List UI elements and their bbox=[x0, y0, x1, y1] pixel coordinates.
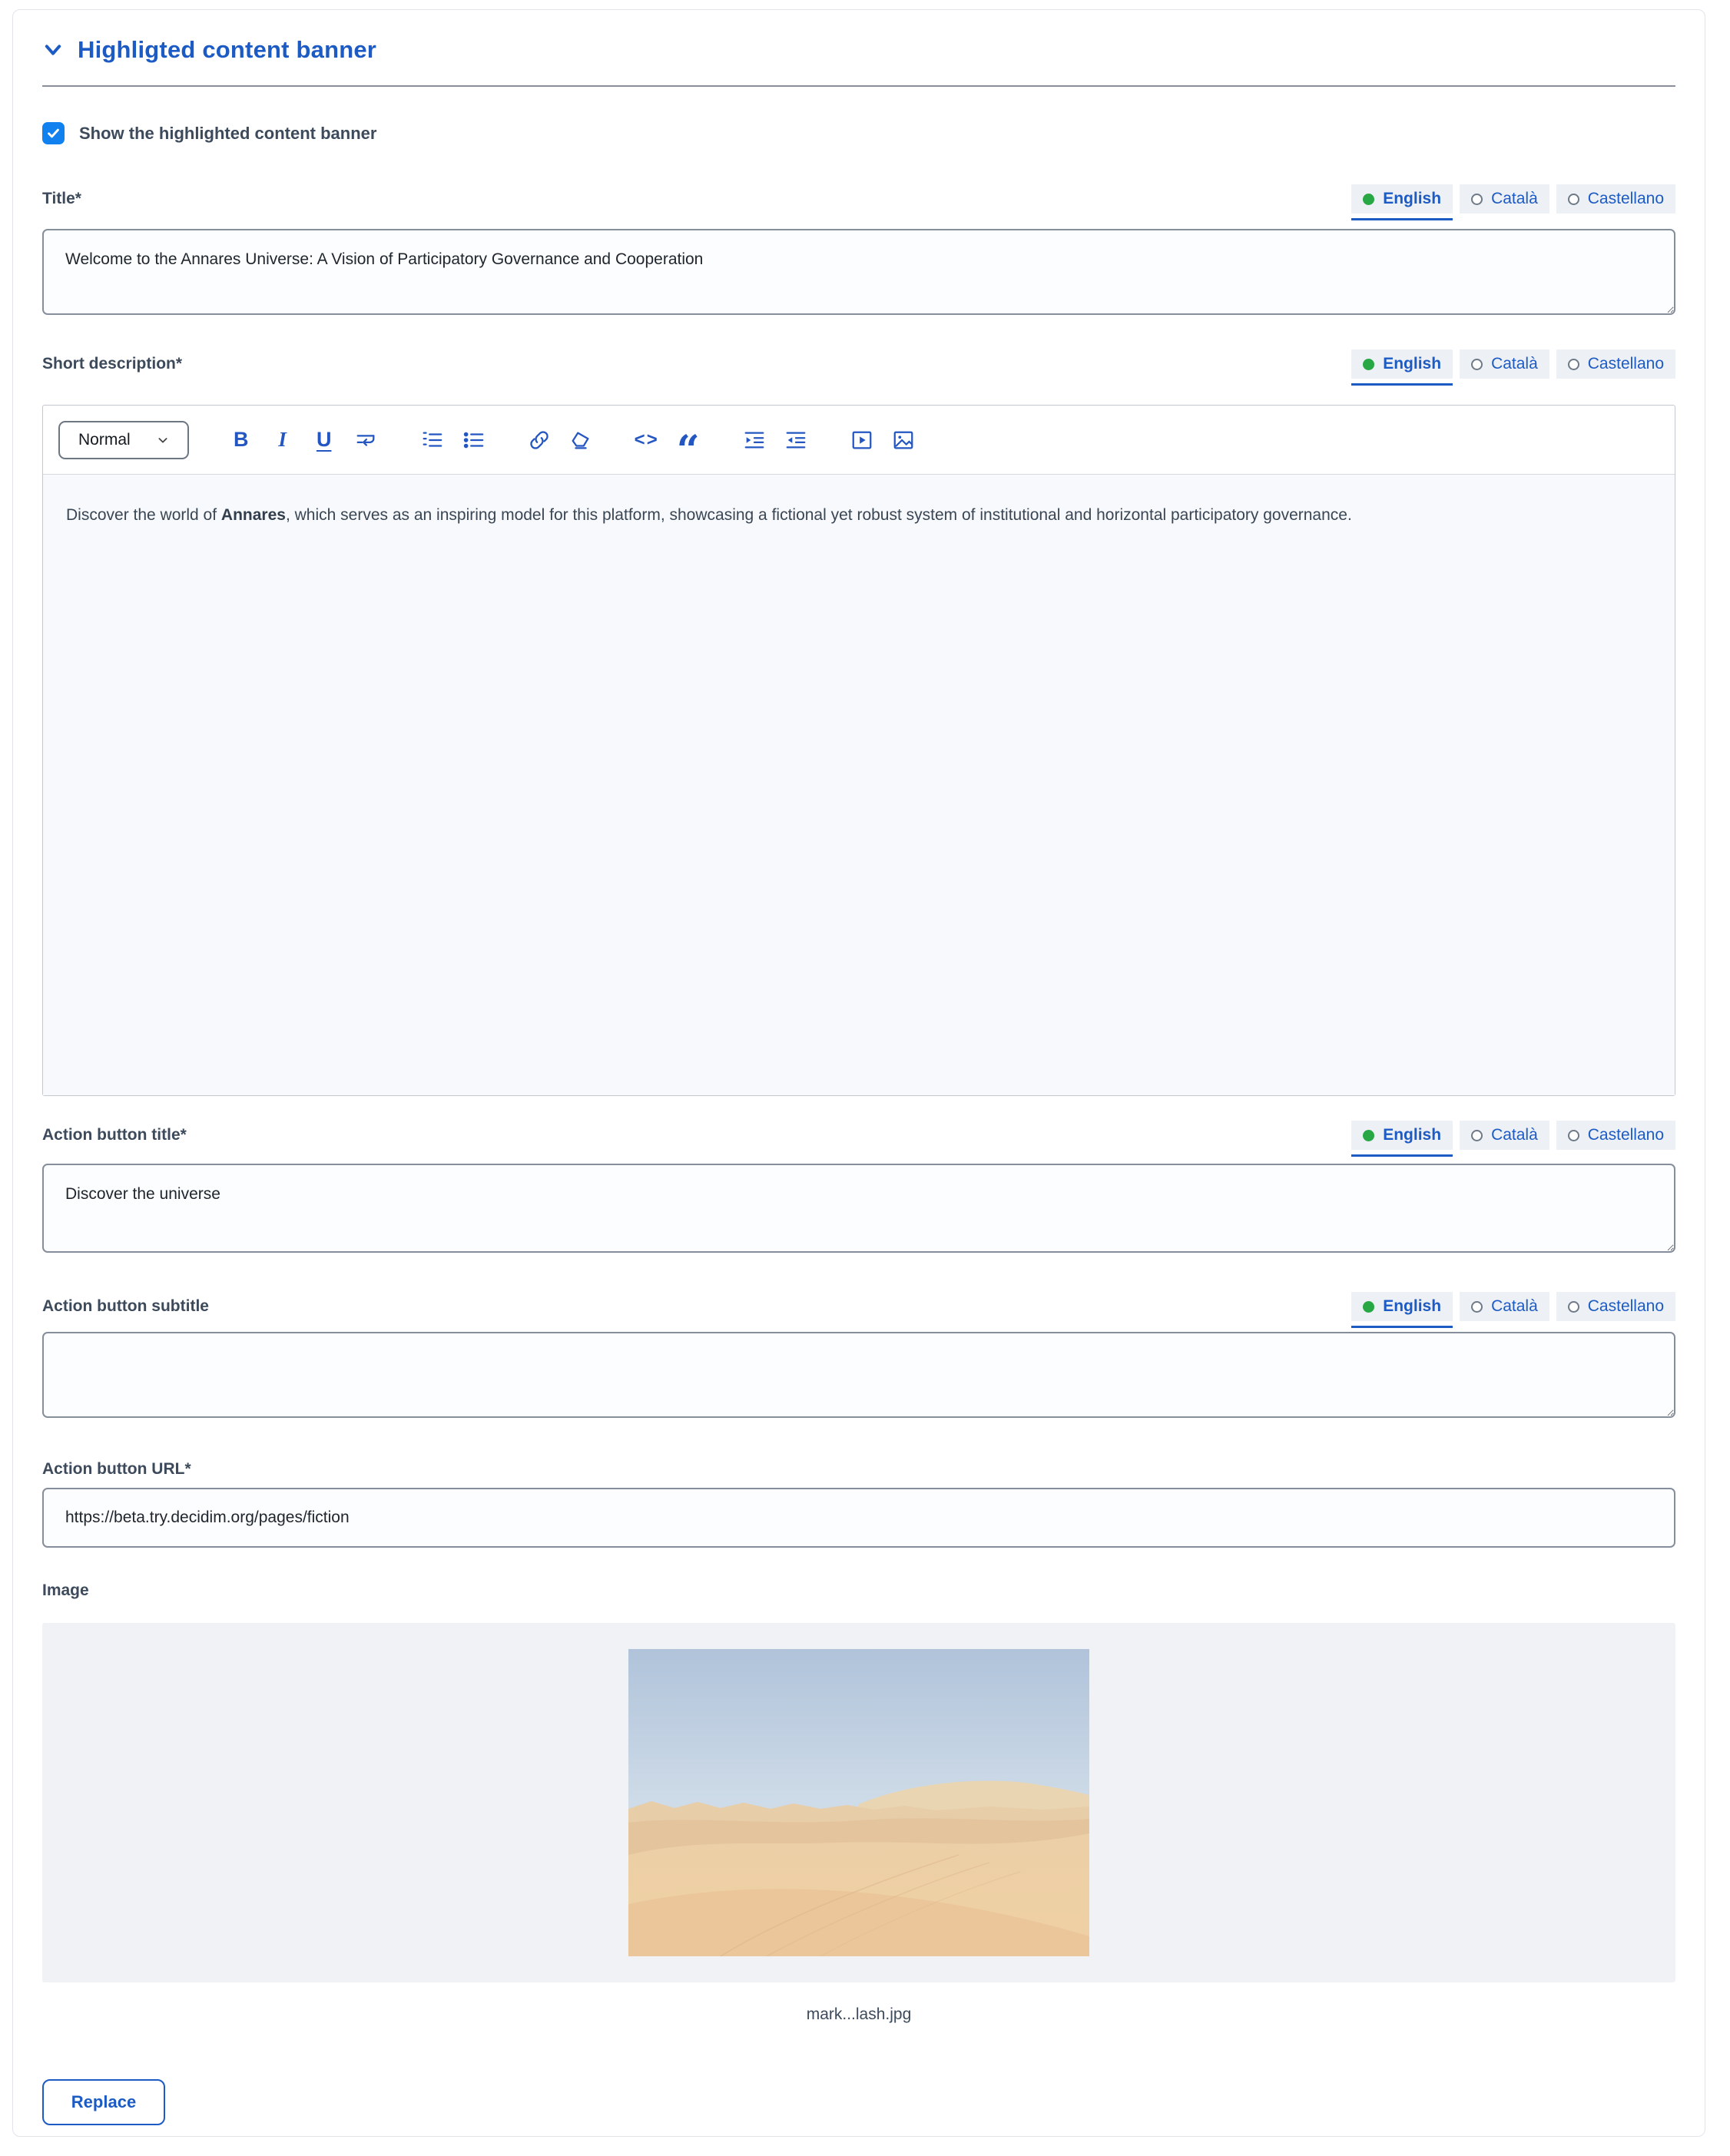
show-banner-checkbox[interactable] bbox=[42, 122, 65, 144]
video-icon[interactable] bbox=[847, 423, 877, 457]
inactive-radio-dot-icon bbox=[1568, 194, 1579, 205]
language-tab-english[interactable]: English bbox=[1351, 1121, 1453, 1150]
inactive-radio-dot-icon bbox=[1471, 1130, 1483, 1141]
language-tab-castellano[interactable]: Castellano bbox=[1556, 184, 1675, 214]
action-button-subtitle-input[interactable] bbox=[42, 1332, 1675, 1418]
bold-icon[interactable]: B bbox=[226, 423, 257, 457]
italic-icon[interactable]: I bbox=[267, 423, 298, 457]
format-dropdown[interactable]: Normal bbox=[58, 421, 189, 459]
language-tab-castellano[interactable]: Castellano bbox=[1556, 1292, 1675, 1321]
inactive-radio-dot-icon bbox=[1568, 1130, 1579, 1141]
clear-format-icon[interactable] bbox=[565, 423, 596, 457]
image-preview-box bbox=[42, 1623, 1675, 1982]
language-tab-catala[interactable]: Català bbox=[1460, 1292, 1549, 1321]
section-header[interactable]: Highligted content banner bbox=[42, 36, 1675, 64]
bullet-list-icon[interactable] bbox=[458, 423, 489, 457]
editor-content[interactable]: Discover the world of Annares, which ser… bbox=[43, 475, 1675, 1095]
image-label: Image bbox=[42, 1581, 1675, 1600]
language-tab-catala[interactable]: Català bbox=[1460, 1121, 1549, 1150]
indent-decrease-icon[interactable] bbox=[780, 423, 811, 457]
blockquote-icon[interactable]: “ bbox=[673, 423, 704, 457]
inactive-radio-dot-icon bbox=[1568, 1301, 1579, 1313]
action-button-url-input[interactable]: https://beta.try.decidim.org/pages/ficti… bbox=[42, 1488, 1675, 1548]
indent-increase-icon[interactable] bbox=[739, 423, 770, 457]
language-tab-english[interactable]: English bbox=[1351, 349, 1453, 379]
replace-button[interactable]: Replace bbox=[42, 2079, 165, 2125]
action-button-subtitle-label: Action button subtitle bbox=[42, 1297, 209, 1316]
action-button-title-label: Action button title* bbox=[42, 1126, 187, 1144]
short-description-language-tabs: English Català Castellano bbox=[1351, 349, 1675, 379]
action-button-subtitle-language-tabs: English Català Castellano bbox=[1351, 1292, 1675, 1321]
line-break-icon[interactable] bbox=[350, 423, 381, 457]
inactive-radio-dot-icon bbox=[1471, 194, 1483, 205]
chevron-down-icon bbox=[157, 434, 169, 446]
title-input[interactable]: Welcome to the Annares Universe: A Visio… bbox=[42, 229, 1675, 315]
section-title: Highligted content banner bbox=[78, 36, 376, 64]
language-tab-castellano[interactable]: Castellano bbox=[1556, 349, 1675, 379]
underline-icon[interactable]: U bbox=[309, 423, 340, 457]
highlighted-content-banner-section: Highligted content banner Show the highl… bbox=[12, 9, 1705, 2137]
ordered-list-icon[interactable] bbox=[416, 423, 447, 457]
link-icon[interactable] bbox=[524, 423, 555, 457]
image-filename: mark...lash.jpg bbox=[42, 2005, 1675, 2024]
section-divider bbox=[42, 85, 1675, 87]
active-radio-dot-icon bbox=[1363, 1301, 1374, 1313]
banner-image bbox=[628, 1649, 1089, 1956]
active-radio-dot-icon bbox=[1363, 359, 1374, 370]
language-tab-castellano[interactable]: Castellano bbox=[1556, 1121, 1675, 1150]
description-paragraph: Discover the world of Annares, which ser… bbox=[66, 493, 1387, 538]
language-tab-catala[interactable]: Català bbox=[1460, 349, 1549, 379]
image-icon[interactable] bbox=[888, 423, 919, 457]
editor-toolbar: Normal B I U <> “ bbox=[43, 406, 1675, 475]
action-button-url-label: Action button URL* bbox=[42, 1460, 1675, 1479]
inactive-radio-dot-icon bbox=[1471, 359, 1483, 370]
active-radio-dot-icon bbox=[1363, 1130, 1374, 1141]
title-language-tabs: English Català Castellano bbox=[1351, 184, 1675, 214]
action-button-title-input[interactable]: Discover the universe bbox=[42, 1164, 1675, 1253]
active-radio-dot-icon bbox=[1363, 194, 1374, 205]
action-button-title-language-tabs: English Català Castellano bbox=[1351, 1121, 1675, 1150]
language-tab-english[interactable]: English bbox=[1351, 184, 1453, 214]
language-tab-english[interactable]: English bbox=[1351, 1292, 1453, 1321]
checkmark-icon bbox=[46, 126, 61, 141]
chevron-down-icon[interactable] bbox=[42, 39, 64, 61]
short-description-label: Short description* bbox=[42, 355, 182, 373]
inactive-radio-dot-icon bbox=[1471, 1301, 1483, 1313]
code-icon[interactable]: <> bbox=[631, 423, 662, 457]
inactive-radio-dot-icon bbox=[1568, 359, 1579, 370]
language-tab-catala[interactable]: Català bbox=[1460, 184, 1549, 214]
show-banner-checkbox-label: Show the highlighted content banner bbox=[79, 124, 376, 144]
title-label: Title* bbox=[42, 190, 81, 208]
rich-text-editor: Normal B I U <> “ bbox=[42, 405, 1675, 1096]
